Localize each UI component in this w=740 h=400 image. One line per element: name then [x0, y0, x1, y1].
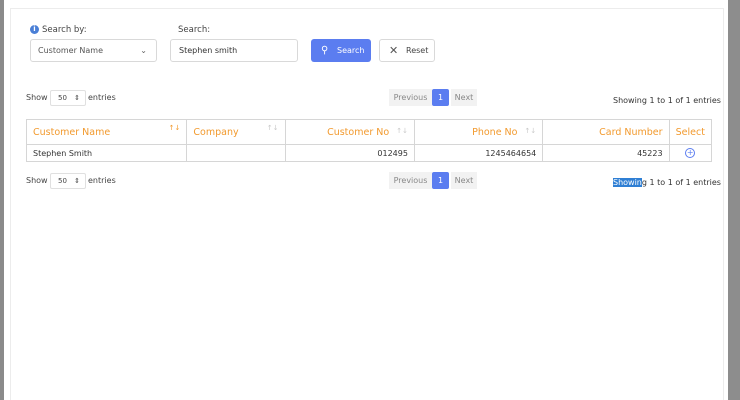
col-select: Select	[668, 119, 713, 145]
page-length-select[interactable]: 50 ⇕	[50, 90, 86, 106]
cell-company	[186, 144, 286, 162]
cell-phone-no: 1245464654	[413, 144, 544, 162]
previous-button-bottom[interactable]: Previous	[389, 172, 432, 189]
length-show-label-bottom: Show	[26, 176, 48, 185]
page-length-select-bottom[interactable]: 50 ⇕	[50, 173, 86, 189]
search-button[interactable]: ⚲ Search	[311, 39, 371, 62]
page-length-value: 50	[58, 94, 67, 102]
table-info: Showing 1 to 1 of 1 entries	[613, 96, 721, 105]
customer-search-modal: i Search by: Customer Name ⌄ Search: Ste…	[4, 0, 728, 400]
next-button[interactable]: Next	[451, 89, 477, 106]
page-1-button[interactable]: 1	[432, 89, 449, 106]
col-customer-no[interactable]: Customer No ↑↓	[284, 119, 415, 145]
length-entries-label: entries	[88, 93, 116, 102]
sort-icon: ↑↓	[396, 126, 408, 135]
search-by-select[interactable]: Customer Name ⌄	[30, 39, 157, 62]
search-by-label: Search by:	[42, 25, 87, 35]
reset-button[interactable]: ✕ Reset	[379, 39, 435, 62]
col-customer-name[interactable]: Customer Name ↑↓	[25, 119, 188, 145]
info-icon: i	[30, 25, 39, 34]
reset-button-label: Reset	[406, 46, 429, 55]
cell-customer-no: 012495	[284, 144, 415, 162]
add-circle-icon[interactable]: +	[685, 148, 696, 158]
search-label: Search:	[178, 25, 211, 35]
sort-icon: ↑↓	[266, 124, 279, 132]
close-icon: ✕	[389, 44, 399, 57]
length-show-label: Show	[26, 93, 48, 102]
search-input[interactable]: Stephen smith	[170, 39, 298, 62]
table-header-row: Customer Name ↑↓ Company ↑↓ Customer No …	[25, 119, 713, 145]
customer-table: Customer Name ↑↓ Company ↑↓ Customer No …	[25, 119, 713, 162]
sort-icon: ↑↓	[524, 126, 537, 135]
search-icon: ⚲	[321, 45, 329, 56]
sort-updown-icon: ⇕	[74, 94, 80, 102]
table-info-rest: g 1 to 1 of 1 entries	[641, 178, 721, 187]
text-selection: Showin	[613, 178, 642, 187]
table-row[interactable]: Stephen Smith 012495 1245464654 45223 +	[25, 144, 713, 162]
cell-select[interactable]: +	[668, 144, 713, 162]
backdrop-right	[728, 0, 740, 400]
search-button-label: Search	[337, 46, 365, 55]
modal-body	[10, 8, 724, 400]
col-card-number[interactable]: Card Number	[542, 119, 670, 145]
previous-button[interactable]: Previous	[389, 89, 432, 106]
cell-customer-name: Stephen Smith	[25, 144, 188, 162]
col-phone-no[interactable]: Phone No ↑↓	[413, 119, 544, 145]
cell-card-number: 45223	[542, 144, 670, 162]
length-entries-label-bottom: entries	[88, 176, 116, 185]
chevron-down-icon: ⌄	[140, 46, 147, 55]
search-by-value: Customer Name	[38, 46, 104, 55]
table-info-bottom: Showing 1 to 1 of 1 entries	[613, 178, 721, 187]
sort-updown-icon: ⇕	[74, 177, 80, 185]
sort-asc-icon: ↑↓	[168, 124, 181, 132]
col-company[interactable]: Company ↑↓	[186, 119, 286, 145]
page-1-button-bottom[interactable]: 1	[432, 172, 449, 189]
next-button-bottom[interactable]: Next	[451, 172, 477, 189]
page-length-value-bottom: 50	[58, 177, 67, 185]
